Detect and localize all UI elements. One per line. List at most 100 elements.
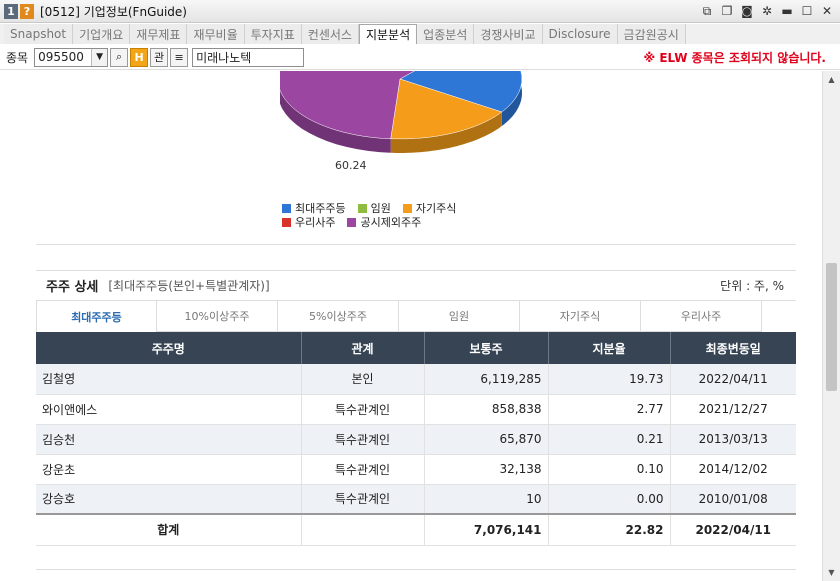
common-shares: 65,870: [424, 424, 549, 455]
favorite-icon[interactable]: H: [130, 47, 149, 67]
subtab-employee-stock[interactable]: 우리사주: [641, 301, 762, 332]
unit-label: 단위 : 주, %: [720, 279, 784, 293]
shareholder-table: 주주명 관계 보통주 지분율 최종변동일 김철영 본인 6,119,285 19…: [36, 332, 796, 546]
chevron-down-icon[interactable]: ▼: [91, 48, 108, 66]
link-icon[interactable]: ⧉: [700, 3, 714, 19]
title-bar: 1 ? [0512] 기업정보(FnGuide) ⧉ ❐ ◙ ✲ ▬ ☐ ✕: [0, 0, 840, 23]
tab-snapshot[interactable]: Snapshot: [4, 24, 74, 44]
table-total-row: 합계 7,076,141 22.82 2022/04/11: [36, 513, 796, 546]
legend-row: 최대주주등 임원 자기주식: [282, 201, 542, 215]
common-shares: 10: [424, 484, 549, 515]
ownership-rate: 0.00: [548, 484, 671, 515]
subtab-executives[interactable]: 임원: [399, 301, 520, 332]
table-row: 와이앤에스 특수관계인 858,838 2.77 2021/12/27: [36, 394, 796, 425]
relation: 특수관계인: [301, 454, 425, 485]
tab-financial-statements[interactable]: 재무제표: [130, 24, 188, 44]
common-shares: 858,838: [424, 394, 549, 425]
ownership-rate: 0.21: [548, 424, 671, 455]
legend-swatch: [347, 217, 357, 227]
maximize-icon[interactable]: ☐: [800, 3, 814, 19]
section-subtitle: [최대주주등(본인+특별관계자)]: [108, 279, 270, 293]
subtab-largest-shareholder[interactable]: 최대주주등: [36, 301, 157, 332]
relation: 특수관계인: [301, 394, 425, 425]
stock-code-input[interactable]: 095500 ▼: [34, 47, 109, 67]
search-row: 종목 095500 ▼ ⌕ H 관 ≡ 미래나노텍 ※ ELW 종목은 조회되지…: [0, 45, 840, 70]
subtab-10pct-holders[interactable]: 10%이상주주: [157, 301, 278, 332]
legend-swatch: [282, 217, 291, 227]
copy-icon[interactable]: ❐: [720, 3, 734, 19]
legend-swatch: [357, 203, 367, 213]
main-content: 60.24 최대주주등 임원 자기주식 우리사주 공시제외주주 주주 상세 [최…: [0, 71, 822, 581]
shareholder-subtabs: 최대주주등 10%이상주주 5%이상주주 임원 자기주식 우리사주: [36, 300, 796, 332]
table-row: 강승호 특수관계인 10 0.00 2010/01/08: [36, 484, 796, 515]
column-header: 보통주: [424, 332, 549, 364]
tab-ownership-analysis[interactable]: 지분분석: [358, 24, 418, 44]
window-title: [0512] 기업정보(FnGuide): [40, 4, 187, 19]
shareholder-name: 김승천: [36, 424, 302, 455]
elw-notice: ※ ELW 종목은 조회되지 않습니다.: [643, 51, 826, 65]
last-change-date: 2010/01/08: [670, 484, 796, 515]
common-shares: 6,119,285: [424, 364, 549, 395]
tab-investment-indicators[interactable]: 투자지표: [244, 24, 302, 44]
tab-consensus[interactable]: 컨센서스: [301, 24, 359, 44]
main-tabs: Snapshot 기업개요 재무제표 재무비율 투자지표 컨센서스 지분분석 업…: [0, 24, 840, 44]
last-change-date: 2021/12/27: [670, 394, 796, 425]
tab-financial-ratios[interactable]: 재무비율: [187, 24, 245, 44]
ownership-pie-chart: [280, 71, 523, 153]
legend-label: 공시제외주주: [360, 216, 422, 229]
total-shares: 7,076,141: [424, 513, 549, 546]
total-label: 합계: [36, 513, 302, 546]
gear-icon[interactable]: ✲: [760, 3, 774, 19]
relation: 본인: [301, 364, 425, 395]
column-header: 주주명: [36, 332, 302, 364]
close-icon[interactable]: ✕: [820, 3, 834, 19]
section-header: 주주 상세 [최대주주등(본인+특별관계자)] 단위 : 주, %: [36, 270, 796, 300]
legend-item-other-shareholders: 공시제외주주: [347, 214, 421, 230]
shareholder-name: 강운초: [36, 454, 302, 485]
minimize-icon[interactable]: ▬: [780, 3, 794, 19]
scroll-down-icon[interactable]: ▼: [823, 564, 840, 581]
table-row: 김철영 본인 6,119,285 19.73 2022/04/11: [36, 364, 796, 395]
scroll-up-icon[interactable]: ▲: [823, 71, 840, 88]
legend-label: 우리사주: [295, 216, 336, 229]
total-rate: 22.82: [548, 513, 671, 546]
shareholder-name: 와이앤에스: [36, 394, 302, 425]
help-icon[interactable]: ?: [20, 3, 34, 19]
tab-company-overview[interactable]: 기업개요: [73, 24, 131, 44]
ownership-rate: 2.77: [548, 394, 671, 425]
legend-row: 우리사주 공시제외주주: [282, 215, 542, 229]
pie-data-label: 60.24: [335, 159, 367, 172]
window-number-badge[interactable]: 1: [4, 3, 18, 19]
table-row: 강운초 특수관계인 32,138 0.10 2014/12/02: [36, 454, 796, 485]
tab-disclosure[interactable]: Disclosure: [542, 24, 618, 44]
last-change-date: 2022/04/11: [670, 364, 796, 395]
shareholder-name: 김철영: [36, 364, 302, 395]
stock-name-field[interactable]: 미래나노텍: [192, 47, 305, 67]
camera-icon[interactable]: ◙: [740, 3, 754, 19]
column-header: 지분율: [548, 332, 671, 364]
legend-label: 자기주식: [415, 202, 457, 215]
tab-fss-disclosure[interactable]: 금감원공시: [617, 24, 686, 44]
common-shares: 32,138: [424, 454, 549, 485]
divider: [36, 244, 796, 245]
subtab-treasury-stock[interactable]: 자기주식: [520, 301, 641, 332]
column-header: 관계: [301, 332, 425, 364]
legend-swatch: [402, 203, 412, 213]
divider: [36, 569, 796, 570]
tab-competitor-comparison[interactable]: 경쟁사비교: [474, 24, 543, 44]
ownership-rate: 0.10: [548, 454, 671, 485]
related-button[interactable]: 관: [150, 47, 169, 67]
legend-swatch: [282, 203, 291, 213]
ownership-rate: 19.73: [548, 364, 671, 395]
relation: 특수관계인: [301, 484, 425, 515]
scroll-thumb[interactable]: [826, 263, 837, 391]
column-header: 최종변동일: [670, 332, 796, 364]
chart-legend: 최대주주등 임원 자기주식 우리사주 공시제외주주: [282, 201, 542, 229]
subtab-5pct-holders[interactable]: 5%이상주주: [278, 301, 399, 332]
list-icon[interactable]: ≡: [170, 47, 189, 67]
table-row: 김승천 특수관계인 65,870 0.21 2013/03/13: [36, 424, 796, 455]
legend-item-employee-stock: 우리사주: [282, 214, 335, 230]
vertical-scrollbar[interactable]: ▲ ▼: [822, 71, 840, 581]
search-icon[interactable]: ⌕: [110, 47, 129, 67]
tab-industry-analysis[interactable]: 업종분석: [417, 24, 475, 44]
